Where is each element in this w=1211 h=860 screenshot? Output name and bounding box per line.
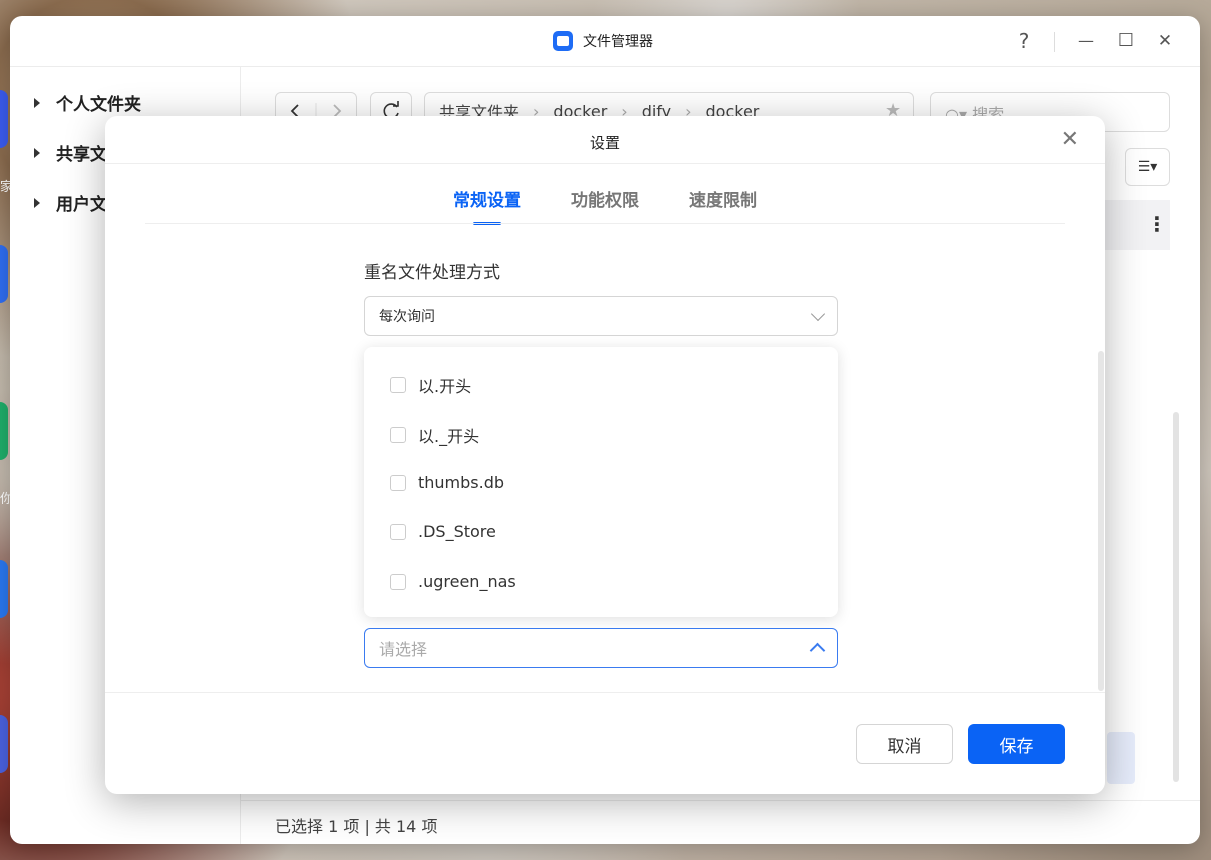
chevron-up-icon bbox=[809, 642, 826, 659]
close-icon[interactable]: ✕ bbox=[1153, 28, 1177, 54]
checkbox[interactable] bbox=[390, 573, 406, 590]
dropdown-option[interactable]: 以.开头 bbox=[390, 373, 471, 397]
sort-button[interactable]: ☰▾ bbox=[1125, 148, 1170, 186]
chevron-down-icon bbox=[810, 306, 826, 321]
settings-tabs: 常规设置 功能权限 速度限制 bbox=[105, 186, 1105, 225]
option-label: 以._开头 bbox=[418, 427, 480, 446]
divider bbox=[1054, 32, 1055, 52]
dropdown-option[interactable]: thumbs.db bbox=[390, 473, 504, 492]
main-scrollbar[interactable] bbox=[1173, 412, 1179, 782]
app-title: 文件管理器 bbox=[553, 31, 653, 51]
tab-permissions[interactable]: 功能权限 bbox=[571, 186, 639, 225]
caret-right-icon[interactable] bbox=[34, 97, 40, 108]
status-bar: 已选择 1 项 | 共 14 项 bbox=[241, 800, 1200, 844]
divider bbox=[105, 692, 1105, 693]
dock-app-icon[interactable] bbox=[0, 402, 8, 460]
divider bbox=[145, 223, 1065, 224]
dropdown-option[interactable]: .ugreen_nas bbox=[390, 572, 516, 591]
tab-speed-limit[interactable]: 速度限制 bbox=[689, 186, 757, 225]
caret-right-icon[interactable] bbox=[34, 147, 40, 158]
sidebar-item-label: 共享文 bbox=[56, 145, 107, 165]
option-label: thumbs.db bbox=[418, 473, 505, 492]
sidebar-item-label: 个人文件夹 bbox=[56, 95, 141, 115]
checkbox[interactable] bbox=[390, 523, 406, 540]
app-title-text: 文件管理器 bbox=[583, 34, 653, 50]
select-placeholder: 请选择 bbox=[379, 640, 428, 659]
title-bar: 文件管理器 ? — ☐ ✕ bbox=[10, 16, 1200, 67]
sidebar-item-label: 用户文 bbox=[56, 195, 107, 215]
sidebar-item-personal[interactable]: 个人文件夹 bbox=[34, 90, 141, 115]
cancel-button[interactable]: 取消 bbox=[856, 724, 953, 764]
dropdown-option[interactable]: 以._开头 bbox=[390, 423, 479, 447]
sidebar-item-users[interactable]: 用户文 bbox=[34, 190, 107, 215]
close-icon[interactable]: ✕ bbox=[1061, 128, 1079, 152]
maximize-icon[interactable]: ☐ bbox=[1114, 28, 1138, 54]
dialog-scrollbar[interactable] bbox=[1098, 351, 1104, 691]
tab-general[interactable]: 常规设置 bbox=[453, 186, 521, 225]
rename-handling-select[interactable]: 每次询问 bbox=[364, 296, 838, 336]
dialog-title: 设置 bbox=[589, 134, 620, 152]
select-value: 每次询问 bbox=[379, 309, 435, 325]
option-label: .ugreen_nas bbox=[418, 572, 516, 591]
dock-app-icon[interactable] bbox=[0, 560, 8, 618]
help-icon[interactable]: ? bbox=[1012, 28, 1036, 54]
dock-app-icon[interactable] bbox=[0, 245, 8, 303]
rename-handling-label: 重名文件处理方式 bbox=[364, 263, 500, 283]
status-text: 已选择 1 项 | 共 14 项 bbox=[275, 817, 438, 836]
option-label: 以.开头 bbox=[418, 377, 472, 396]
minimize-icon[interactable]: — bbox=[1074, 28, 1098, 54]
settings-dialog: 设置 ✕ 常规设置 功能权限 速度限制 重名文件处理方式 每次询问 以.开头 以… bbox=[105, 116, 1105, 794]
dropdown-option[interactable]: .DS_Store bbox=[390, 522, 496, 541]
sort-icon: ☰▾ bbox=[1137, 159, 1158, 175]
divider bbox=[105, 163, 1105, 164]
sidebar-item-shared[interactable]: 共享文 bbox=[34, 140, 107, 165]
folder-app-icon bbox=[553, 31, 573, 51]
filter-select[interactable]: 请选择 bbox=[364, 628, 838, 668]
checkbox[interactable] bbox=[390, 427, 406, 443]
dock-app-icon[interactable] bbox=[0, 90, 8, 148]
checkbox[interactable] bbox=[390, 474, 406, 491]
option-label: .DS_Store bbox=[418, 522, 496, 541]
caret-right-icon[interactable] bbox=[34, 197, 40, 208]
more-icon[interactable]: ⋮ bbox=[1147, 212, 1167, 236]
dock-app-icon[interactable] bbox=[0, 715, 8, 773]
filter-dropdown-menu: 以.开头 以._开头 thumbs.db .DS_Store .ugreen_n… bbox=[364, 347, 838, 617]
save-button[interactable]: 保存 bbox=[968, 724, 1065, 764]
checkbox[interactable] bbox=[390, 377, 406, 393]
selected-file-tile[interactable] bbox=[1107, 732, 1135, 784]
